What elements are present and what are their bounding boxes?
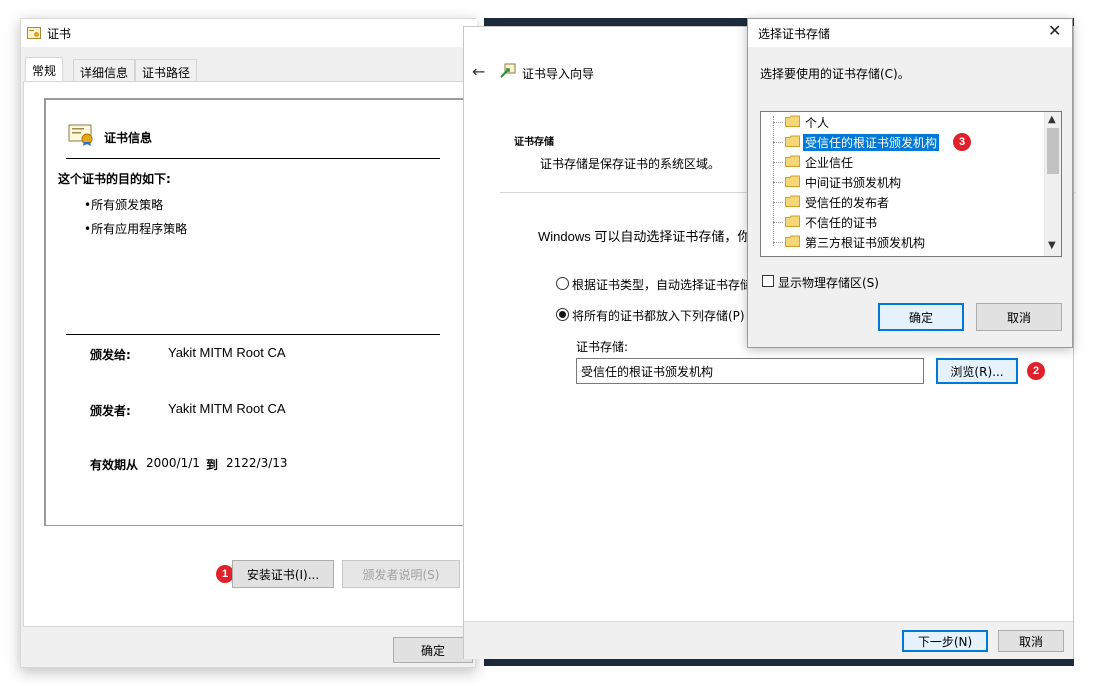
folder-icon <box>785 115 800 127</box>
wizard-title: 证书导入向导 <box>522 67 595 81</box>
tree-connector <box>773 222 783 223</box>
close-icon[interactable]: ✕ <box>1048 21 1061 40</box>
tree-item-trusted-root[interactable]: 受信任的根证书颁发机构 3 <box>761 132 1041 152</box>
purpose-item: •所有颁发策略 <box>84 198 164 212</box>
tree-connector <box>773 202 783 203</box>
chevron-up-icon[interactable]: ▲ <box>1048 114 1056 125</box>
cert-window-title: 证书 <box>47 27 72 41</box>
store-field[interactable]: 受信任的根证书颁发机构 <box>576 358 924 384</box>
folder-icon <box>785 175 800 187</box>
dialog-cancel-button[interactable]: 取消 <box>976 303 1062 331</box>
issuer-statement-button[interactable]: 颁发者说明(S) <box>342 560 460 588</box>
store-tree[interactable]: 个人 受信任的根证书颁发机构 3 企业信任 中间证书颁发机构 受信任的发布者 不… <box>760 111 1062 257</box>
folder-icon <box>785 135 800 147</box>
tree-item-third-party-root[interactable]: 第三方根证书颁发机构 <box>761 232 1041 252</box>
issued-to-label: 颁发给: <box>90 348 131 362</box>
wizard-certificate-icon <box>500 63 516 78</box>
folder-icon <box>785 215 800 227</box>
folder-icon <box>785 195 800 207</box>
certificate-window: 证书 常规 详细信息 证书路径 证书信息 这个证书的目的如下: •所有颁发策略 … <box>20 18 477 668</box>
step-marker-2: 2 <box>1027 362 1045 380</box>
tree-item-label[interactable]: 第三方根证书颁发机构 <box>803 234 927 251</box>
dialog-ok-button[interactable]: 确定 <box>878 303 964 331</box>
tree-item-label[interactable]: 不信任的证书 <box>803 214 879 231</box>
browse-button[interactable]: 浏览(R)... <box>936 358 1018 384</box>
tree-connector <box>773 242 783 243</box>
certificate-badge-icon <box>68 124 93 146</box>
cert-ok-button[interactable]: 确定 <box>393 637 473 663</box>
divider <box>66 334 440 335</box>
next-button[interactable]: 下一步(N) <box>902 630 988 652</box>
valid-to-label: 到 <box>206 458 219 472</box>
dialog-titlebar: 选择证书存储 ✕ <box>748 19 1072 47</box>
valid-from-label: 有效期从 <box>90 458 139 472</box>
arrow-left-icon[interactable]: ← <box>472 62 485 81</box>
store-section-description: 证书存储是保存证书的系统区域。 <box>540 157 721 171</box>
tree-connector <box>773 162 783 163</box>
folder-icon <box>785 155 800 167</box>
tab-general[interactable]: 常规 <box>25 57 64 82</box>
certificate-icon <box>27 27 41 39</box>
manual-store-radio[interactable] <box>556 308 569 321</box>
tree-item-label[interactable]: 企业信任 <box>803 154 855 171</box>
scrollbar-thumb[interactable] <box>1047 128 1059 174</box>
tree-item-enterprise-trust[interactable]: 企业信任 <box>761 152 1041 172</box>
cert-info-title: 证书信息 <box>104 131 153 145</box>
tree-item-label-selected[interactable]: 受信任的根证书颁发机构 <box>803 134 940 151</box>
manual-store-radio-label[interactable]: 将所有的证书都放入下列存储(P) <box>572 307 745 324</box>
tree-item-untrusted[interactable]: 不信任的证书 <box>761 212 1041 232</box>
tree-item-personal[interactable]: 个人 <box>761 112 1041 132</box>
tree-connector <box>773 122 783 123</box>
auto-select-text: Windows 可以自动选择证书存储，你也 <box>538 229 764 244</box>
chevron-down-icon[interactable]: ▼ <box>1048 240 1056 251</box>
tree-scrollbar[interactable]: ▲ ▼ <box>1044 112 1061 256</box>
wizard-cancel-button[interactable]: 取消 <box>998 630 1064 652</box>
folder-icon <box>785 235 800 247</box>
tree-item-label[interactable]: 受信任的发布者 <box>803 194 891 211</box>
valid-to-value: 2122/3/13 <box>226 456 288 470</box>
issued-by-value: Yakit MITM Root CA <box>168 401 286 416</box>
show-physical-checkbox[interactable] <box>762 275 774 287</box>
purpose-item: •所有应用程序策略 <box>84 222 188 236</box>
tree-item-trusted-publishers[interactable]: 受信任的发布者 <box>761 192 1041 212</box>
install-certificate-button[interactable]: 安装证书(I)... <box>232 560 334 588</box>
tree-item-label[interactable]: 中间证书颁发机构 <box>803 174 903 191</box>
store-section-heading: 证书存储 <box>514 137 554 148</box>
tree-item-intermediate[interactable]: 中间证书颁发机构 <box>761 172 1041 192</box>
cert-info-box: 证书信息 这个证书的目的如下: •所有颁发策略 •所有应用程序策略 颁发给: Y… <box>44 98 464 526</box>
general-tab-panel: 证书信息 这个证书的目的如下: •所有颁发策略 •所有应用程序策略 颁发给: Y… <box>23 81 475 627</box>
issued-by-label: 颁发者: <box>90 404 131 418</box>
dialog-prompt: 选择要使用的证书存储(C)。 <box>760 67 910 81</box>
dialog-title: 选择证书存储 <box>758 27 831 41</box>
tab-details[interactable]: 详细信息 <box>73 59 136 81</box>
step-marker-3: 3 <box>953 133 971 151</box>
tab-cert-path[interactable]: 证书路径 <box>135 59 198 81</box>
cert-titlebar: 证书 <box>21 19 477 47</box>
select-store-dialog: 选择证书存储 ✕ 选择要使用的证书存储(C)。 个人 受信任的根证书颁发机构 3… <box>747 18 1073 348</box>
auto-select-radio-label[interactable]: 根据证书类型，自动选择证书存储 <box>572 276 752 293</box>
divider <box>66 158 440 159</box>
issued-to-value: Yakit MITM Root CA <box>168 345 286 360</box>
auto-select-radio[interactable] <box>556 277 569 290</box>
valid-from-value: 2000/1/1 <box>146 456 200 470</box>
tree-connector <box>773 142 783 143</box>
tree-item-label[interactable]: 个人 <box>803 114 831 131</box>
purpose-heading: 这个证书的目的如下: <box>58 172 171 186</box>
wizard-footer: 下一步(N) 取消 <box>464 621 1073 659</box>
show-physical-label[interactable]: 显示物理存储区(S) <box>778 274 879 291</box>
store-field-label: 证书存储: <box>576 340 629 354</box>
tree-connector <box>773 182 783 183</box>
